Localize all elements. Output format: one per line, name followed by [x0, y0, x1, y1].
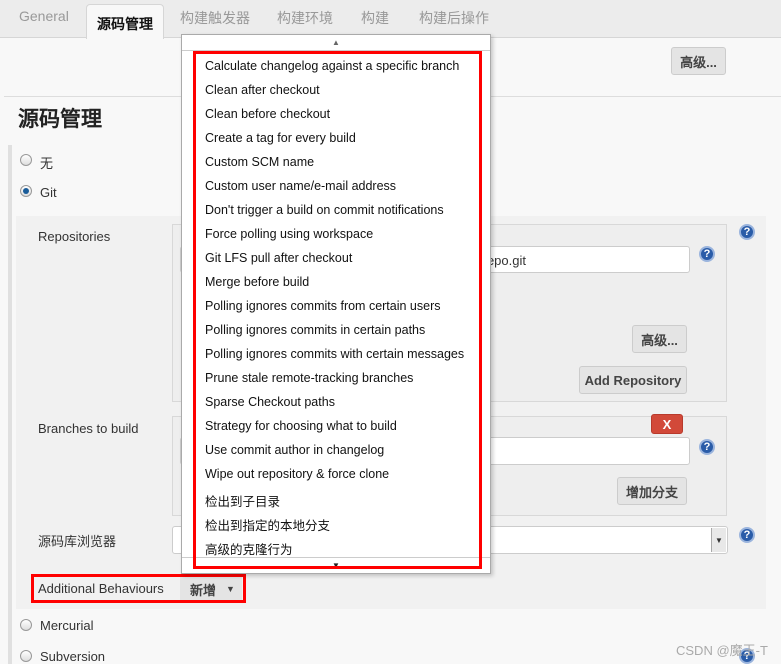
section-title: 源码管理 [18, 108, 102, 131]
radio-subversion[interactable] [20, 650, 32, 662]
tab-build[interactable]: 构建 [361, 8, 389, 28]
section-bar [8, 145, 12, 664]
help-icon[interactable]: ? [739, 527, 755, 543]
chevron-down-icon: ▼ [711, 528, 726, 552]
help-icon[interactable]: ? [739, 224, 755, 240]
radio-mercurial[interactable] [20, 619, 32, 631]
radio-none[interactable] [20, 154, 32, 166]
help-icon[interactable]: ? [699, 439, 715, 455]
radio-git-label: Git [40, 185, 57, 200]
delete-branch-button[interactable]: X [651, 414, 683, 434]
branches-label: Branches to build [38, 421, 139, 436]
radio-git[interactable] [20, 185, 32, 197]
tab-environment[interactable]: 构建环境 [277, 8, 333, 28]
add-branch-button[interactable]: 增加分支 [617, 477, 687, 505]
tab-general[interactable]: General [19, 8, 69, 24]
highlight-box [31, 574, 246, 603]
scroll-up-arrow-icon[interactable]: ▲ [182, 35, 490, 51]
repo-browser-label: 源码库浏览器 [38, 534, 117, 549]
tab-bar: General 源码管理 构建触发器 构建环境 构建 构建后操作 [0, 0, 781, 39]
repo-advanced-button[interactable]: 高级... [632, 325, 687, 353]
watermark: CSDN @魔王-T [676, 643, 768, 658]
top-advanced-button[interactable]: 高级... [671, 47, 726, 75]
radio-mercurial-label: Mercurial [40, 618, 94, 633]
add-repository-button[interactable]: Add Repository [579, 366, 687, 394]
radio-subversion-label: Subversion [40, 649, 106, 664]
radio-none-label: 无 [40, 156, 54, 171]
highlight-box [193, 51, 482, 569]
tab-triggers[interactable]: 构建触发器 [180, 8, 250, 28]
repositories-label: Repositories [38, 229, 111, 244]
help-icon[interactable]: ? [699, 246, 715, 262]
tab-post-build[interactable]: 构建后操作 [419, 8, 489, 28]
tab-scm[interactable]: 源码管理 [86, 4, 164, 39]
